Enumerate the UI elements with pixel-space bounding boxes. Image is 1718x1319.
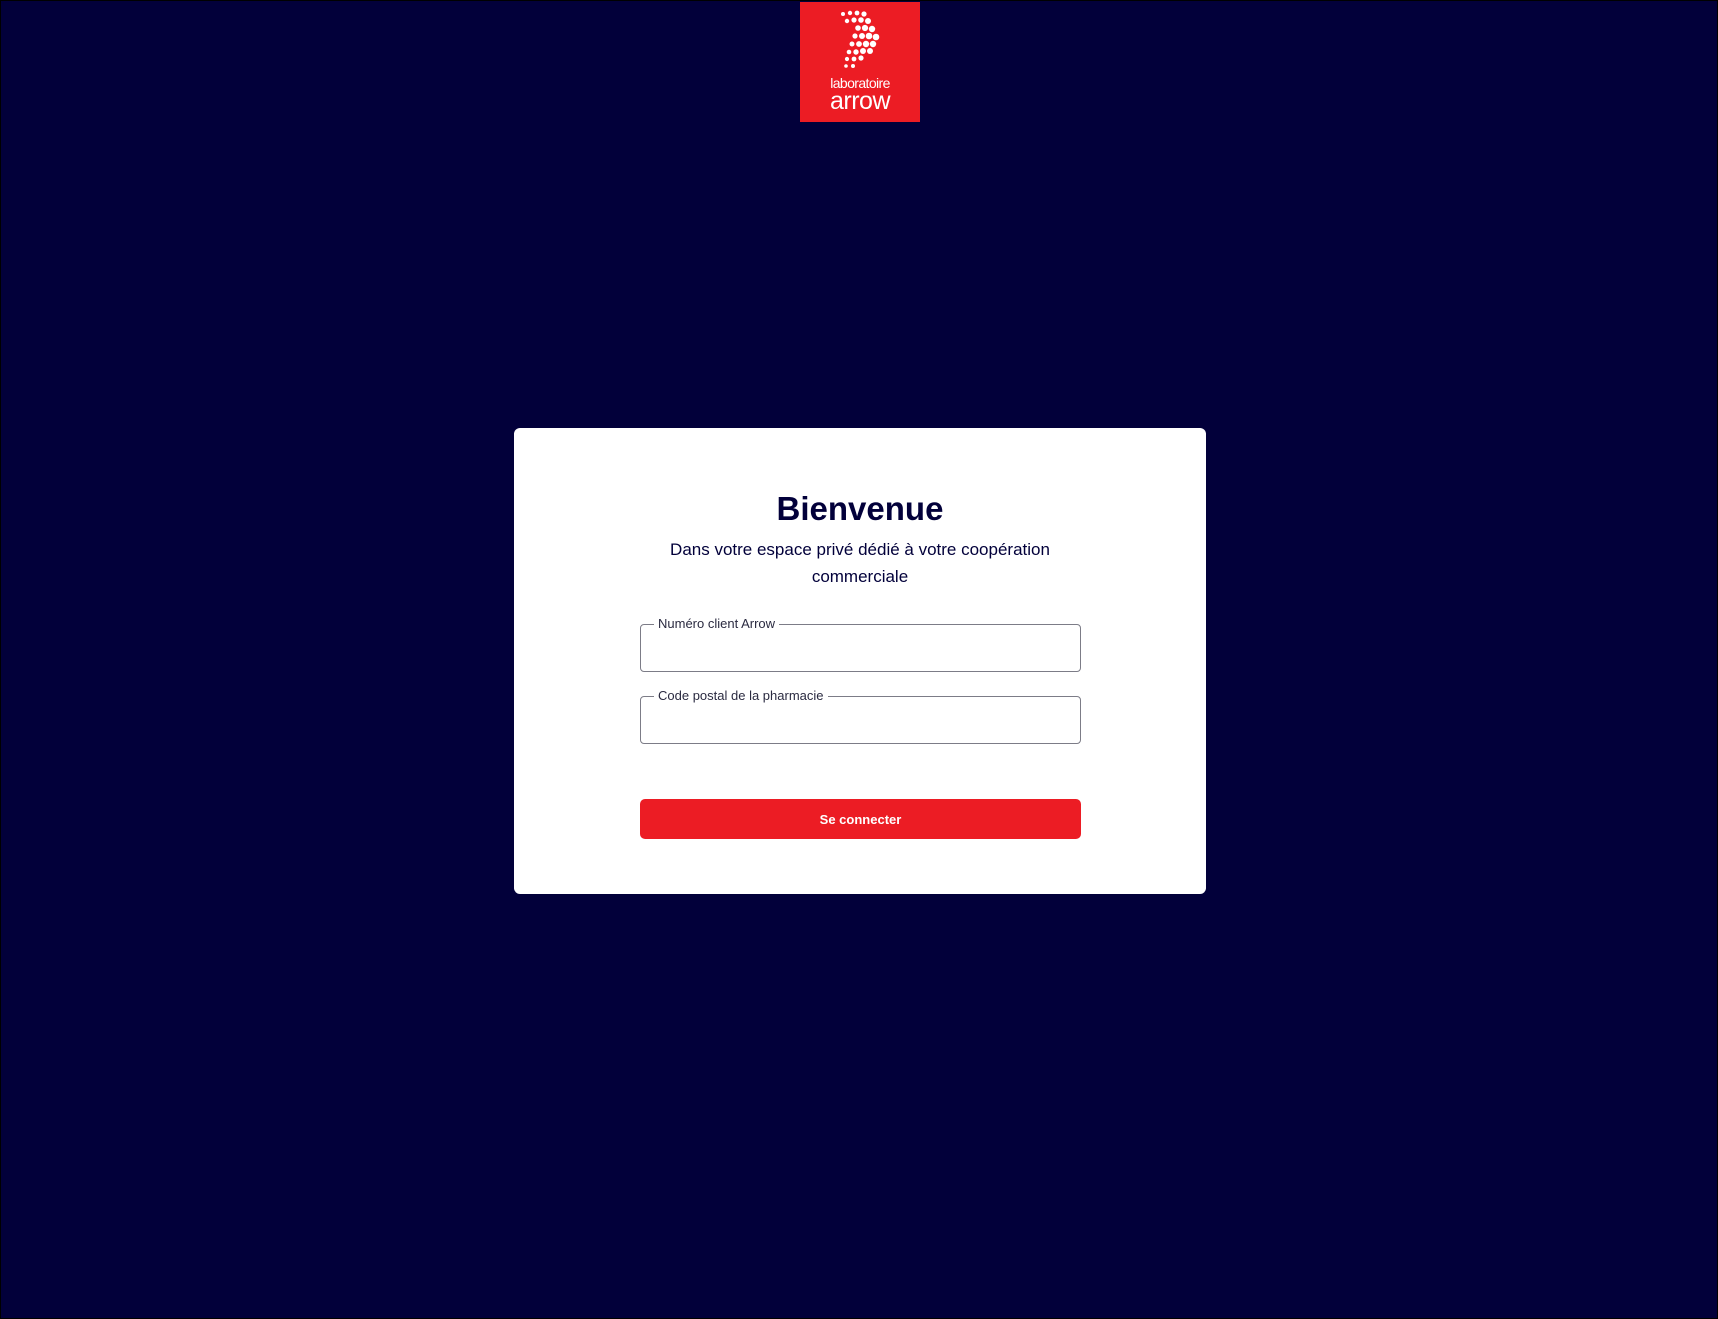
logo-text-arrow: arrow [829,87,891,115]
login-button[interactable]: Se connecter [640,799,1081,839]
login-card: Bienvenue Dans votre espace privé dédié … [514,428,1206,894]
client-number-input[interactable] [641,625,1080,671]
client-number-field[interactable]: Numéro client Arrow [640,616,1081,672]
page-subtitle: Dans votre espace privé dédié à votre co… [670,540,1050,586]
postal-code-field[interactable]: Code postal de la pharmacie [640,688,1081,744]
postal-code-input[interactable] [641,697,1080,743]
brand-logo: laboratoire arrow [800,2,920,122]
page-title: Bienvenue [776,490,944,527]
dots-logo-icon [841,10,880,68]
